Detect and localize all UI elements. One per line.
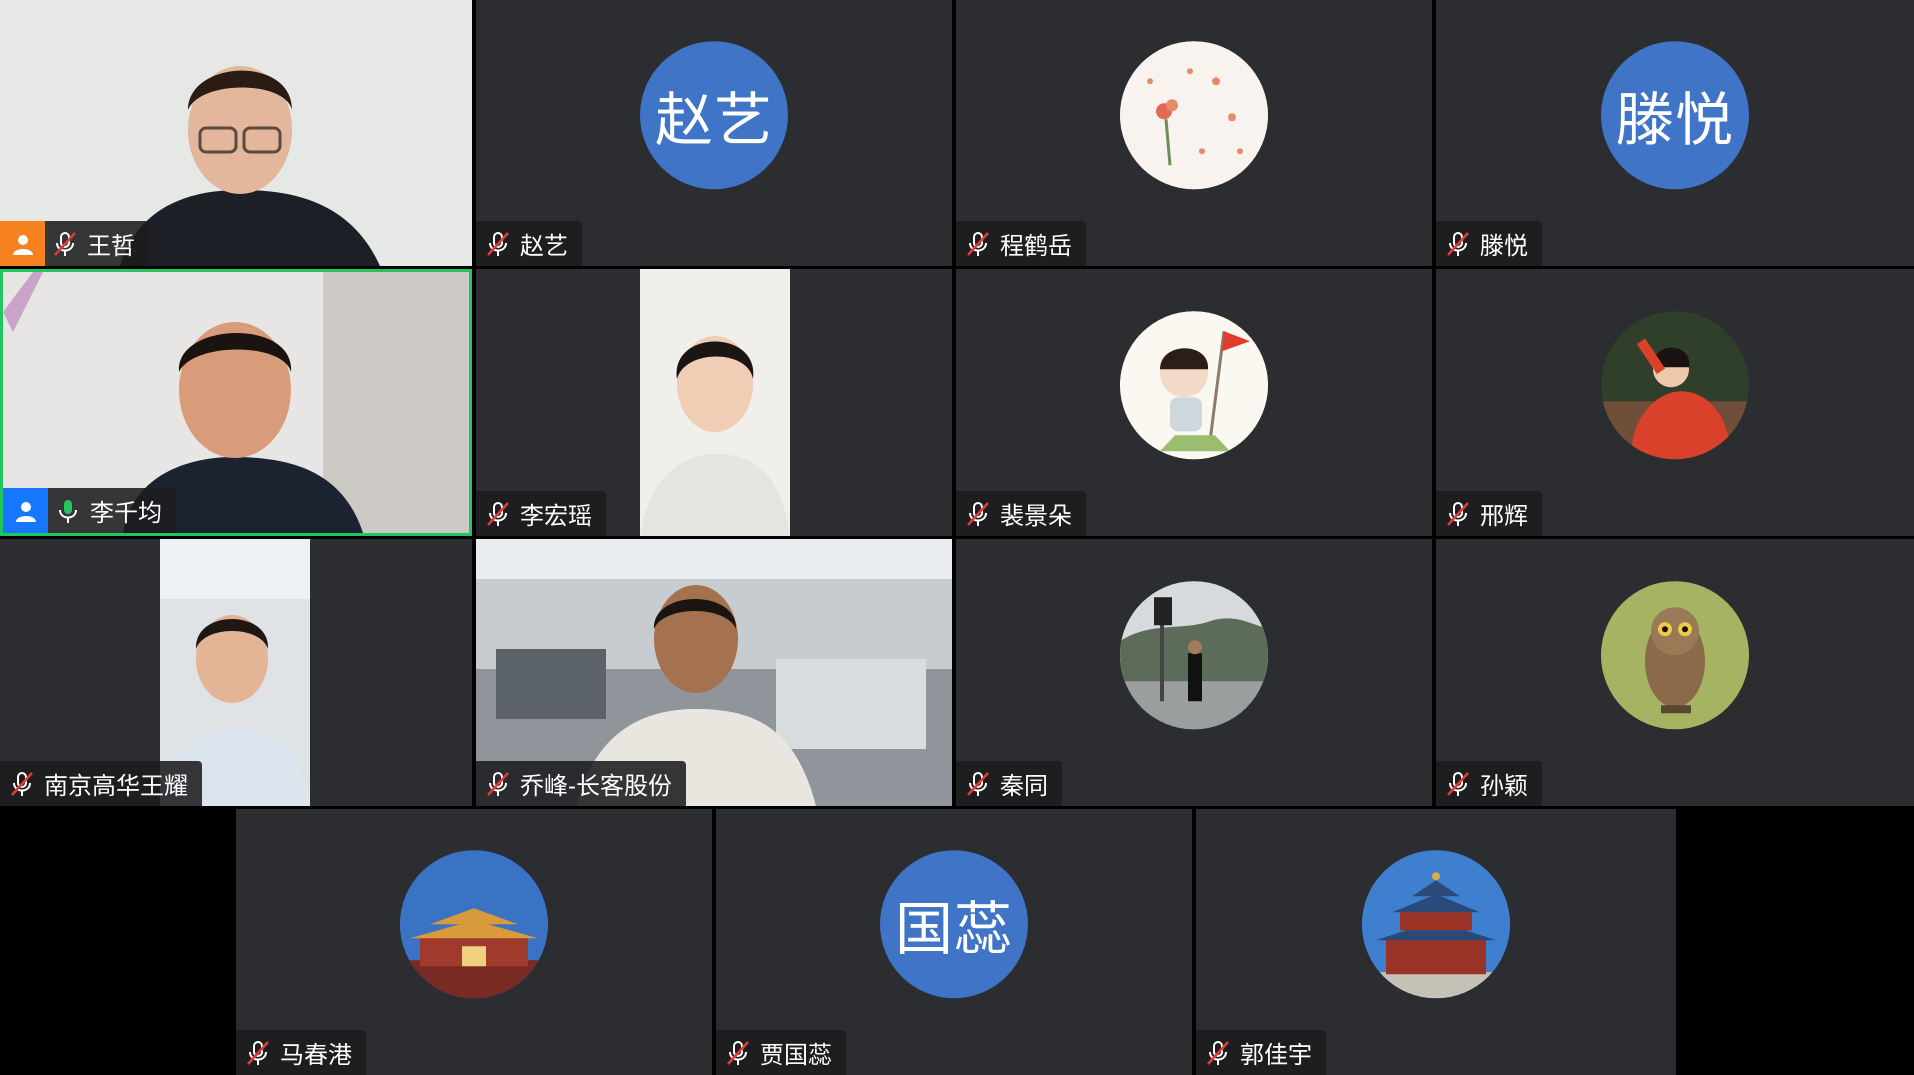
- participant-avatar: 国蕊: [880, 850, 1028, 999]
- participant-namebar: 邢辉: [1436, 491, 1542, 536]
- participant-tile[interactable]: 南京高华王耀: [0, 539, 472, 806]
- mic-muted-icon: [1444, 770, 1472, 798]
- participant-avatar: [1120, 310, 1268, 459]
- participant-namebar: 孙颖: [1436, 761, 1542, 806]
- participant-name: 贾国蕊: [760, 1042, 832, 1069]
- participant-avatar: [400, 850, 548, 999]
- participant-avatar: [1601, 310, 1749, 459]
- mic-muted-icon: [484, 500, 512, 528]
- participant-name: 孙颖: [1480, 773, 1528, 800]
- participant-tile[interactable]: 国蕊 贾国蕊: [716, 809, 1192, 1075]
- mic-muted-icon: [964, 770, 992, 798]
- video-gallery: 王哲 赵艺 赵艺 程鹤岳 滕悦 滕悦 李千均 李宏瑶 裴景朵 邢辉 南京高华王耀…: [0, 0, 1914, 1075]
- participant-namebar: 赵艺: [476, 221, 582, 266]
- participant-namebar: 马春港: [236, 1030, 366, 1075]
- mic-muted-icon: [724, 1039, 752, 1067]
- participant-tile[interactable]: 李宏瑶: [476, 269, 952, 536]
- mic-muted-icon: [51, 230, 79, 258]
- participant-name: 南京高华王耀: [44, 773, 188, 800]
- participant-name: 秦同: [1000, 773, 1048, 800]
- participant-tile-active-speaker[interactable]: 李千均: [0, 269, 472, 536]
- participant-name: 李千均: [90, 500, 162, 527]
- participant-name: 程鹤岳: [1000, 233, 1072, 260]
- participant-name: 郭佳宇: [1240, 1042, 1312, 1069]
- mic-muted-icon: [484, 230, 512, 258]
- participant-name: 赵艺: [520, 233, 568, 260]
- participant-name: 邢辉: [1480, 503, 1528, 530]
- participant-name: 滕悦: [1480, 233, 1528, 260]
- participant-namebar: 秦同: [956, 761, 1062, 806]
- participant-name: 李宏瑶: [520, 503, 592, 530]
- participant-namebar: 南京高华王耀: [0, 761, 202, 806]
- mic-muted-icon: [8, 770, 36, 798]
- participant-avatar: [1601, 580, 1749, 729]
- host-badge-icon: [0, 221, 45, 266]
- participant-namebar: 王哲: [0, 221, 149, 266]
- participant-avatar: [1120, 580, 1268, 729]
- mic-muted-icon: [484, 770, 512, 798]
- mic-muted-icon: [964, 500, 992, 528]
- participant-namebar: 程鹤岳: [956, 221, 1086, 266]
- participant-tile[interactable]: 邢辉: [1436, 269, 1914, 536]
- participant-namebar: 裴景朵: [956, 491, 1086, 536]
- participant-tile[interactable]: 王哲: [0, 0, 472, 266]
- participant-video: [640, 269, 790, 536]
- participant-avatar: [1120, 41, 1268, 190]
- participant-avatar: [1362, 850, 1510, 999]
- cohost-badge-icon: [3, 488, 48, 533]
- mic-muted-icon: [1444, 230, 1472, 258]
- mic-muted-icon: [244, 1039, 272, 1067]
- participant-namebar: 乔峰-长客股份: [476, 761, 686, 806]
- participant-name: 乔峰-长客股份: [520, 773, 672, 800]
- participant-namebar: 李千均: [3, 488, 176, 533]
- participant-tile[interactable]: 乔峰-长客股份: [476, 539, 952, 806]
- participant-avatar: 赵艺: [640, 41, 788, 190]
- participant-name: 王哲: [87, 233, 135, 260]
- mic-muted-icon: [964, 230, 992, 258]
- participant-tile[interactable]: 秦同: [956, 539, 1432, 806]
- participant-namebar: 贾国蕊: [716, 1030, 846, 1075]
- participant-tile[interactable]: 孙颖: [1436, 539, 1914, 806]
- participant-namebar: 李宏瑶: [476, 491, 606, 536]
- participant-namebar: 郭佳宇: [1196, 1030, 1326, 1075]
- participant-tile[interactable]: 滕悦 滕悦: [1436, 0, 1914, 266]
- mic-muted-icon: [1204, 1039, 1232, 1067]
- participant-tile[interactable]: 郭佳宇: [1196, 809, 1676, 1075]
- participant-name: 马春港: [280, 1042, 352, 1069]
- mic-muted-icon: [1444, 500, 1472, 528]
- participant-tile[interactable]: 马春港: [236, 809, 712, 1075]
- participant-tile[interactable]: 赵艺 赵艺: [476, 0, 952, 266]
- participant-name: 裴景朵: [1000, 503, 1072, 530]
- participant-tile[interactable]: 程鹤岳: [956, 0, 1432, 266]
- participant-tile[interactable]: 裴景朵: [956, 269, 1432, 536]
- participant-namebar: 滕悦: [1436, 221, 1542, 266]
- participant-avatar: 滕悦: [1601, 41, 1749, 190]
- mic-on-icon: [54, 497, 82, 525]
